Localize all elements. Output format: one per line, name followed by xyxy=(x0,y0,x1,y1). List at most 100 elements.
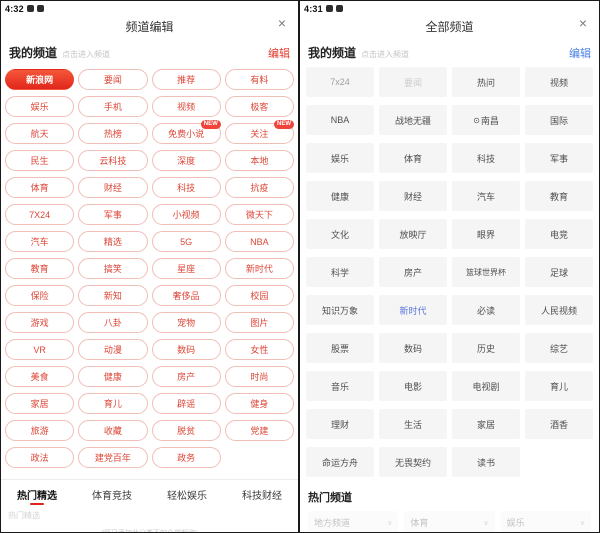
channel-tile[interactable]: 人民视频 xyxy=(525,295,593,325)
channel-pill[interactable]: 女性 xyxy=(224,339,294,360)
channel-pill[interactable]: 极客 xyxy=(224,96,294,117)
channel-pill[interactable]: 7X24 xyxy=(5,204,75,225)
category-tab[interactable]: 体育竞技 xyxy=(92,487,132,505)
channel-tile[interactable]: 命运方舟 xyxy=(306,447,374,477)
channel-pill[interactable]: 关注 NEW xyxy=(224,120,294,144)
channel-pill[interactable]: 小视频 xyxy=(151,204,221,225)
category-tab[interactable]: 科技财经 xyxy=(242,487,282,505)
channel-tile[interactable]: 电视剧 xyxy=(452,371,520,401)
channel-pill[interactable]: 收藏 xyxy=(78,420,148,441)
channel-tile[interactable]: 放映厅 xyxy=(379,219,447,249)
channel-tile[interactable]: 数码 xyxy=(379,333,447,363)
channel-tile[interactable]: 教育 xyxy=(525,181,593,211)
channel-pill[interactable]: 政务 xyxy=(151,447,221,468)
channel-pill[interactable]: 航天 xyxy=(5,123,75,144)
channel-pill[interactable]: 建党百年 xyxy=(78,447,148,468)
channel-tile[interactable]: 科学 xyxy=(306,257,374,287)
channel-tile[interactable]: ⊙ 南昌 xyxy=(452,105,520,135)
channel-tile[interactable]: 理财 xyxy=(306,409,374,439)
channel-pill[interactable]: 动漫 xyxy=(78,339,148,360)
channel-tile[interactable]: 历史 xyxy=(452,333,520,363)
channel-tile[interactable]: 文化 xyxy=(306,219,374,249)
channel-tile[interactable]: 必读 xyxy=(452,295,520,325)
channel-tile[interactable]: 读书 xyxy=(452,447,520,477)
channel-pill[interactable]: 保险 xyxy=(5,285,75,306)
channel-tile[interactable]: 知识万象 xyxy=(306,295,374,325)
channel-pill[interactable]: 健康 xyxy=(78,366,148,387)
channel-pill[interactable]: 5G xyxy=(151,231,221,252)
channel-pill[interactable]: 新浪网 xyxy=(5,69,75,90)
channel-tile[interactable]: 综艺 xyxy=(525,333,593,363)
channel-tile[interactable]: 新时代 xyxy=(379,295,447,325)
channel-pill[interactable]: 推荐 xyxy=(151,69,221,90)
channel-pill[interactable]: 图片 xyxy=(224,312,294,333)
channel-tile[interactable]: 生活 xyxy=(379,409,447,439)
channel-tile[interactable]: 国际 xyxy=(525,105,593,135)
channel-pill[interactable]: 民生 xyxy=(5,150,75,171)
channel-tile[interactable]: 体育 xyxy=(379,143,447,173)
hot-channel-card[interactable]: 娱乐 ∨ xyxy=(500,511,591,532)
channel-pill[interactable]: 奢侈品 xyxy=(151,285,221,306)
channel-pill[interactable]: 旅游 xyxy=(5,420,75,441)
channel-pill[interactable]: 本地 xyxy=(224,150,294,171)
channel-pill[interactable]: 汽车 xyxy=(5,231,75,252)
hot-channel-card[interactable]: 体育 ∨ xyxy=(404,511,495,532)
channel-tile[interactable]: 视频 xyxy=(525,67,593,97)
hot-channel-card[interactable]: 地方频道 ∨ xyxy=(308,511,399,532)
channel-pill[interactable]: 育儿 xyxy=(78,393,148,414)
channel-pill[interactable]: 党建 xyxy=(224,420,294,441)
channel-tile[interactable]: 财经 xyxy=(379,181,447,211)
channel-pill[interactable]: VR xyxy=(5,339,75,360)
channel-tile[interactable]: 育儿 xyxy=(525,371,593,401)
channel-pill[interactable]: 脱贫 xyxy=(151,420,221,441)
edit-button[interactable]: 编辑 xyxy=(268,45,290,61)
channel-tile[interactable]: NBA xyxy=(306,105,374,135)
close-icon[interactable]: × xyxy=(579,16,587,30)
channel-tile[interactable]: 家居 xyxy=(452,409,520,439)
channel-tile[interactable]: 篮球世界杯 xyxy=(452,257,520,287)
channel-tile[interactable]: 热问 xyxy=(452,67,520,97)
channel-tile[interactable]: 电竞 xyxy=(525,219,593,249)
channel-pill[interactable]: 微天下 xyxy=(224,204,294,225)
channel-pill[interactable]: 深度 xyxy=(151,150,221,171)
channel-pill[interactable]: 新时代 xyxy=(224,258,294,279)
channel-tile[interactable]: 足球 xyxy=(525,257,593,287)
channel-tile[interactable]: 汽车 xyxy=(452,181,520,211)
channel-tile[interactable]: 酒香 xyxy=(525,409,593,439)
channel-pill[interactable]: 抗疫 xyxy=(224,177,294,198)
channel-pill[interactable]: 健身 xyxy=(224,393,294,414)
channel-pill[interactable]: 体育 xyxy=(5,177,75,198)
category-tab[interactable]: 热门精选 xyxy=(17,487,57,505)
channel-pill[interactable]: 游戏 xyxy=(5,312,75,333)
channel-pill[interactable]: 免费小说 NEW xyxy=(151,120,221,144)
channel-pill[interactable]: 财经 xyxy=(78,177,148,198)
channel-pill[interactable]: 时尚 xyxy=(224,366,294,387)
channel-pill[interactable]: NBA xyxy=(224,231,294,252)
channel-tile[interactable]: 眼界 xyxy=(452,219,520,249)
edit-button[interactable]: 编辑 xyxy=(569,45,591,61)
channel-pill[interactable]: 政法 xyxy=(5,447,75,468)
channel-pill[interactable]: 云科技 xyxy=(78,150,148,171)
channel-pill[interactable]: 房产 xyxy=(151,366,221,387)
channel-pill[interactable]: 星座 xyxy=(151,258,221,279)
channel-tile[interactable]: 科技 xyxy=(452,143,520,173)
close-icon[interactable]: × xyxy=(278,16,286,30)
category-tab[interactable]: 轻松娱乐 xyxy=(167,487,207,505)
channel-pill[interactable]: 有料 xyxy=(224,69,294,90)
channel-pill[interactable]: 新知 xyxy=(78,285,148,306)
channel-pill[interactable]: 军事 xyxy=(78,204,148,225)
channel-tile[interactable]: 战地无疆 xyxy=(379,105,447,135)
channel-pill[interactable]: 八卦 xyxy=(78,312,148,333)
channel-tile[interactable]: 7x24 xyxy=(306,67,374,97)
channel-pill[interactable]: 辟谣 xyxy=(151,393,221,414)
channel-tile[interactable]: 音乐 xyxy=(306,371,374,401)
channel-pill[interactable]: 精选 xyxy=(78,231,148,252)
channel-tile[interactable]: 无畏契约 xyxy=(379,447,447,477)
channel-pill[interactable]: 搞笑 xyxy=(78,258,148,279)
channel-tile[interactable]: 电影 xyxy=(379,371,447,401)
channel-pill[interactable]: 教育 xyxy=(5,258,75,279)
channel-pill[interactable]: 宠物 xyxy=(151,312,221,333)
channel-tile[interactable]: 股票 xyxy=(306,333,374,363)
channel-tile[interactable]: 健康 xyxy=(306,181,374,211)
channel-pill[interactable]: 校园 xyxy=(224,285,294,306)
